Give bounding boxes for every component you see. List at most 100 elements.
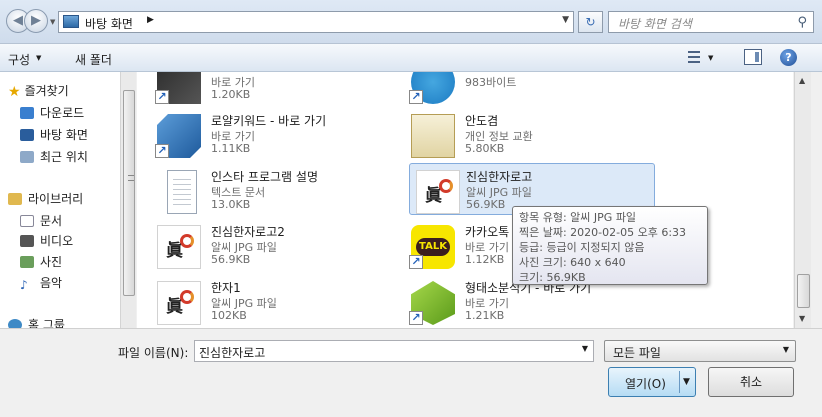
file-name: 진심한자로고 xyxy=(466,170,533,184)
organize-button[interactable]: 구성 xyxy=(8,51,30,68)
file-size: 13.0KB xyxy=(211,198,251,211)
downloads-icon xyxy=(20,107,34,119)
file-name: 카카오톡 xyxy=(465,225,510,239)
jpg-image-icon: 眞 xyxy=(416,170,460,214)
file-name: 한자1 xyxy=(211,281,241,295)
file-list-scroll-thumb[interactable] xyxy=(797,274,810,308)
file-info-tooltip: 항목 유형: 알씨 JPG 파일 찍은 날짜: 2020-02-05 오후 6:… xyxy=(512,206,708,285)
organize-dropdown-icon[interactable]: ▼ xyxy=(36,54,41,62)
text-document-icon xyxy=(167,170,197,214)
tooltip-date-taken: 찍은 날짜: 2020-02-05 오후 6:33 xyxy=(519,226,687,239)
nav-libraries-label: 라이브러리 xyxy=(28,192,84,206)
nav-item-recent-places[interactable]: 최근 위치 xyxy=(20,148,88,166)
documents-icon xyxy=(20,215,34,227)
tooltip-rating: 등급: 등급이 지정되지 않음 xyxy=(519,241,645,254)
nav-item-documents[interactable]: 문서 xyxy=(20,212,62,230)
forward-button[interactable]: ▶ xyxy=(24,9,48,33)
file-size: 102KB xyxy=(211,309,247,322)
personal-info-exchange-icon xyxy=(411,114,455,158)
nav-item-label: 바탕 화면 xyxy=(40,128,88,142)
breadcrumb-arrow-icon[interactable]: ▶ xyxy=(147,15,154,25)
scroll-down-icon[interactable]: ▼ xyxy=(799,314,805,323)
shortcut-arrow-icon: ↗ xyxy=(155,90,169,104)
nav-favorites[interactable]: ★ 즐겨찾기 xyxy=(8,82,69,100)
favorites-star-icon: ★ xyxy=(8,84,21,100)
navigation-pane: ★ 즐겨찾기 다운로드 바탕 화면 최근 위치 라이브러리 문서 비디오 사진 ♪… xyxy=(0,72,120,328)
music-icon: ♪ xyxy=(20,278,28,292)
jpg-image-icon: 眞 xyxy=(157,225,201,269)
file-item[interactable]: 眞 한자1 알씨 JPG 파일 102KB xyxy=(137,275,383,327)
pictures-icon xyxy=(20,256,34,268)
libraries-icon xyxy=(8,193,22,205)
search-box[interactable]: 바탕 화면 검색 ⚲ xyxy=(608,11,814,33)
search-placeholder[interactable]: 바탕 화면 검색 xyxy=(618,15,692,32)
file-list-scrollbar[interactable]: ▲ ▼ xyxy=(794,72,811,328)
file-type-dropdown-icon[interactable]: ▼ xyxy=(783,345,789,354)
address-bar-area: ◀ ▶ ▼ 바탕 화면 ▶ ▼ ↻ 바탕 화면 검색 ⚲ xyxy=(0,0,822,44)
file-item[interactable]: 眞 진심한자로고2 알씨 JPG 파일 56.9KB xyxy=(137,219,383,271)
refresh-icon: ↻ xyxy=(585,15,596,29)
nav-item-label: 음악 xyxy=(40,276,63,290)
file-size: 1.11KB xyxy=(211,142,251,155)
back-arrow-icon: ◀ xyxy=(13,13,23,28)
shortcut-arrow-icon: ↗ xyxy=(409,311,423,325)
recent-places-icon xyxy=(20,151,34,163)
nav-item-videos[interactable]: 비디오 xyxy=(20,232,73,250)
filename-dropdown-icon[interactable]: ▼ xyxy=(582,344,588,353)
file-item[interactable]: ↗ 로얄키워드 - 바로 가기 바로 가기 1.11KB xyxy=(137,108,383,160)
nav-favorites-label: 즐겨찾기 xyxy=(24,84,69,98)
command-toolbar: 구성 ▼ 새 폴더 ▼ ? xyxy=(0,44,822,72)
help-icon[interactable]: ? xyxy=(780,49,797,66)
homegroup-icon xyxy=(8,319,22,328)
navigation-scroll-thumb[interactable] xyxy=(123,90,135,296)
filename-input[interactable]: 진심한자로고 ▼ xyxy=(194,340,594,362)
address-path[interactable]: 바탕 화면 xyxy=(85,15,133,32)
nav-libraries[interactable]: 라이브러리 xyxy=(8,190,83,208)
tooltip-size: 크기: 56.9KB xyxy=(519,271,586,284)
cancel-button[interactable]: 취소 xyxy=(708,367,794,397)
view-options-dropdown-icon[interactable]: ▼ xyxy=(708,54,713,62)
change-view-icon[interactable] xyxy=(688,49,706,65)
open-button-label: 열기(O) xyxy=(625,377,666,391)
open-button[interactable]: 열기(O) ▼ xyxy=(608,367,696,397)
nav-item-label: 사진 xyxy=(40,255,63,269)
file-list: ↗ 바로 가기 1.20KB ↗ 983바이트 ↗ 로얄키워드 - 바로 가기 … xyxy=(137,72,793,328)
nav-item-pictures[interactable]: 사진 xyxy=(20,253,62,271)
address-box[interactable]: 바탕 화면 ▶ ▼ xyxy=(58,11,574,33)
new-folder-button[interactable]: 새 폴더 xyxy=(75,51,112,68)
address-dropdown-icon[interactable]: ▼ xyxy=(562,15,569,25)
videos-icon xyxy=(20,235,34,247)
file-size: 56.9KB xyxy=(211,253,251,266)
preview-pane-icon[interactable] xyxy=(744,49,762,65)
file-size: 1.12KB xyxy=(465,253,505,266)
file-size: 56.9KB xyxy=(466,198,506,211)
nav-homegroup[interactable]: 홈 그룹 xyxy=(8,316,65,328)
recent-locations-dropdown-icon[interactable]: ▼ xyxy=(50,18,55,26)
file-name: 로얄키워드 - 바로 가기 xyxy=(211,114,327,128)
filename-label: 파일 이름(N): xyxy=(118,346,189,360)
refresh-button[interactable]: ↻ xyxy=(578,11,603,33)
nav-item-downloads[interactable]: 다운로드 xyxy=(20,104,84,122)
file-item[interactable]: 인스타 프로그램 설명 텍스트 문서 13.0KB xyxy=(137,164,383,216)
nav-item-music[interactable]: ♪ 음악 xyxy=(20,274,62,292)
navigation-scrollbar[interactable] xyxy=(120,72,136,328)
file-type-filter[interactable]: 모든 파일 ▼ xyxy=(604,340,796,362)
scroll-up-icon[interactable]: ▲ xyxy=(799,76,805,85)
shortcut-arrow-icon: ↗ xyxy=(409,90,423,104)
file-item[interactable]: ↗ 바로 가기 1.20KB xyxy=(137,72,383,106)
file-type: 983바이트 xyxy=(465,76,517,89)
file-size: 1.21KB xyxy=(465,309,505,322)
file-name: 인스타 프로그램 설명 xyxy=(211,170,318,184)
desktop-icon xyxy=(20,129,34,141)
tooltip-dimensions: 사진 크기: 640 x 640 xyxy=(519,256,626,269)
file-type-filter-value[interactable]: 모든 파일 xyxy=(613,346,661,360)
open-options-dropdown-icon[interactable]: ▼ xyxy=(683,377,690,387)
tooltip-item-type: 항목 유형: 알씨 JPG 파일 xyxy=(519,211,637,224)
nav-homegroup-label: 홈 그룹 xyxy=(28,318,65,328)
dialog-footer: 파일 이름(N): 진심한자로고 ▼ 모든 파일 ▼ 열기(O) ▼ 취소 xyxy=(0,328,822,417)
file-item[interactable]: 안도겸 개인 정보 교환 5.80KB xyxy=(391,108,637,160)
nav-item-label: 문서 xyxy=(40,214,63,228)
file-item[interactable]: ↗ 983바이트 xyxy=(391,72,637,106)
filename-value[interactable]: 진심한자로고 xyxy=(199,346,265,360)
nav-item-desktop[interactable]: 바탕 화면 xyxy=(20,126,88,144)
